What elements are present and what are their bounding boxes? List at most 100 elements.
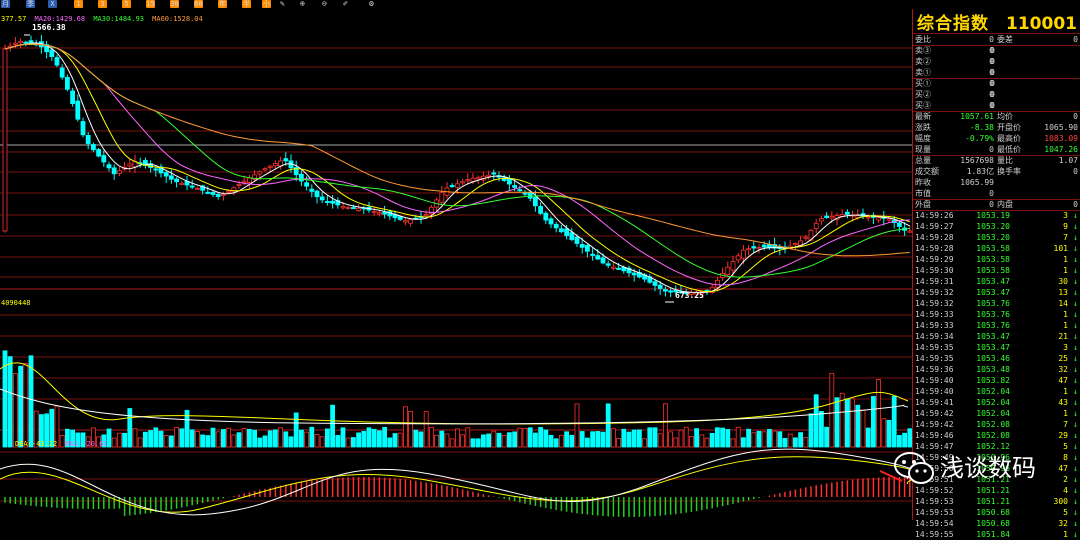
period-toolbar: 月 季 X 1 3 5 15 30 60 年 半 小 ✎ ⊕ ⊖ ✐ ⚙ [0,0,1080,9]
volume-bar [137,437,143,448]
candle-body [189,185,195,188]
volume-bar [330,404,336,448]
volume-bar [761,431,767,448]
candle-body [813,222,819,229]
candle-body [631,272,637,276]
zoom-out-icon[interactable]: ⊖ [322,0,327,8]
volume-bar [777,431,783,448]
tick-volume: 14 [1058,299,1068,308]
volume-bar [522,428,528,448]
period-button-3[interactable]: 1 [74,0,83,8]
tick-volume: 1 [1063,255,1068,264]
ma10-line [4,43,910,293]
volume-bar [319,436,325,448]
candle-body [751,246,757,249]
settings-icon[interactable]: ⚙ [369,0,374,8]
volume-bar [590,431,595,448]
tick-arrow: ↓ [1073,365,1078,374]
stat-label: 幅度 [915,134,931,143]
stat-row: 现量 0 最低价 1047.26 [913,144,1080,155]
candle-body [168,175,174,180]
period-button-11[interactable]: 小 [262,0,271,8]
candle-body [75,100,81,120]
draw-tool-icon[interactable]: ✎ [280,0,285,8]
volume-bar [122,432,127,448]
tick-row: 14:59:35 1053.46 25 ↓ [913,353,1080,364]
tick-time: 14:59:33 [915,321,954,330]
volume-bar [205,435,211,448]
period-button-2[interactable]: X [48,0,57,8]
period-button-1[interactable]: 季 [26,0,35,8]
volume-bar [194,430,200,448]
volume-bar [179,428,185,448]
order-ratio-row: 委比 0 委差 0 [913,34,1080,45]
stat-value: 0 [989,200,994,209]
stat-row: 涨跌 -8.38 开盘价 1065.90 [913,122,1080,133]
tick-arrow: ↓ [1073,222,1078,231]
candle-body [241,180,247,183]
volume-bar [860,409,866,448]
candle-body [340,206,346,209]
period-button-7[interactable]: 30 [170,0,179,8]
period-button-9[interactable]: 年 [218,0,227,8]
tick-arrow: ↓ [1073,288,1078,297]
tick-price: 1053.47 [976,288,1010,297]
candle-body [220,194,226,197]
volume-bar [709,433,715,448]
volume-bar [533,432,538,448]
candle-body [548,218,554,225]
tick-time: 14:59:40 [915,376,954,385]
candle-body [402,220,408,223]
volume-bar [257,437,263,448]
tick-arrow: ↓ [1073,233,1078,242]
candle-body [819,218,824,222]
volume-bar [465,427,471,448]
candle-body [491,172,497,175]
volume-bar [574,403,580,448]
tick-price: 1053.20 [976,233,1010,242]
period-button-6[interactable]: 15 [146,0,155,8]
volume-bar [267,430,273,448]
volume-bar [642,438,647,448]
candle-body [376,212,382,215]
volume-bar [850,398,855,448]
period-button-4[interactable]: 3 [98,0,107,8]
volume-bar [283,431,289,448]
zoom-in-icon[interactable]: ⊕ [300,0,305,8]
volume-bar [548,434,554,448]
volume-bar [189,429,195,448]
volume-bar [704,437,710,448]
candle-body [512,185,517,188]
chart-area[interactable]: 377.57 MA20:1429.68 MA30:1484.93 MA60:15… [0,9,912,520]
candle-body [423,214,429,217]
high-price-label: 1566.38 [32,23,66,32]
buy-row: 买③ 0 0 [913,100,1080,111]
period-button-5[interactable]: 5 [122,0,131,8]
candle-body [746,248,751,251]
tick-volume: 1 [1063,530,1068,539]
tick-time: 14:59:55 [915,530,954,539]
watermark-text: 浅谈数码 [940,454,1036,482]
period-button-8[interactable]: 60 [194,0,203,8]
volume-bar [897,435,902,448]
period-button-0[interactable]: 月 [1,0,10,8]
tick-price: 1053.46 [976,354,1010,363]
tick-price: 1052.04 [976,398,1010,407]
stat-label: 总量 [915,156,931,165]
tick-row: 14:59:32 1053.76 14 ↓ [913,298,1080,309]
candle-body [735,255,741,261]
kline-chart[interactable] [0,9,912,520]
tick-time: 14:59:42 [915,409,954,418]
period-button-10[interactable]: 半 [242,0,251,8]
tick-volume: 1 [1063,310,1068,319]
candle-body [553,223,559,229]
tick-time: 14:59:34 [915,332,954,341]
candle-body [246,177,252,183]
volume-bar [486,433,492,448]
volume-bar [278,427,284,448]
volume-bar [28,355,34,448]
stat-value: 1083.09 [1044,134,1078,143]
dif-line [0,448,912,516]
edit-icon[interactable]: ✐ [343,0,348,8]
candle-body [267,165,273,168]
